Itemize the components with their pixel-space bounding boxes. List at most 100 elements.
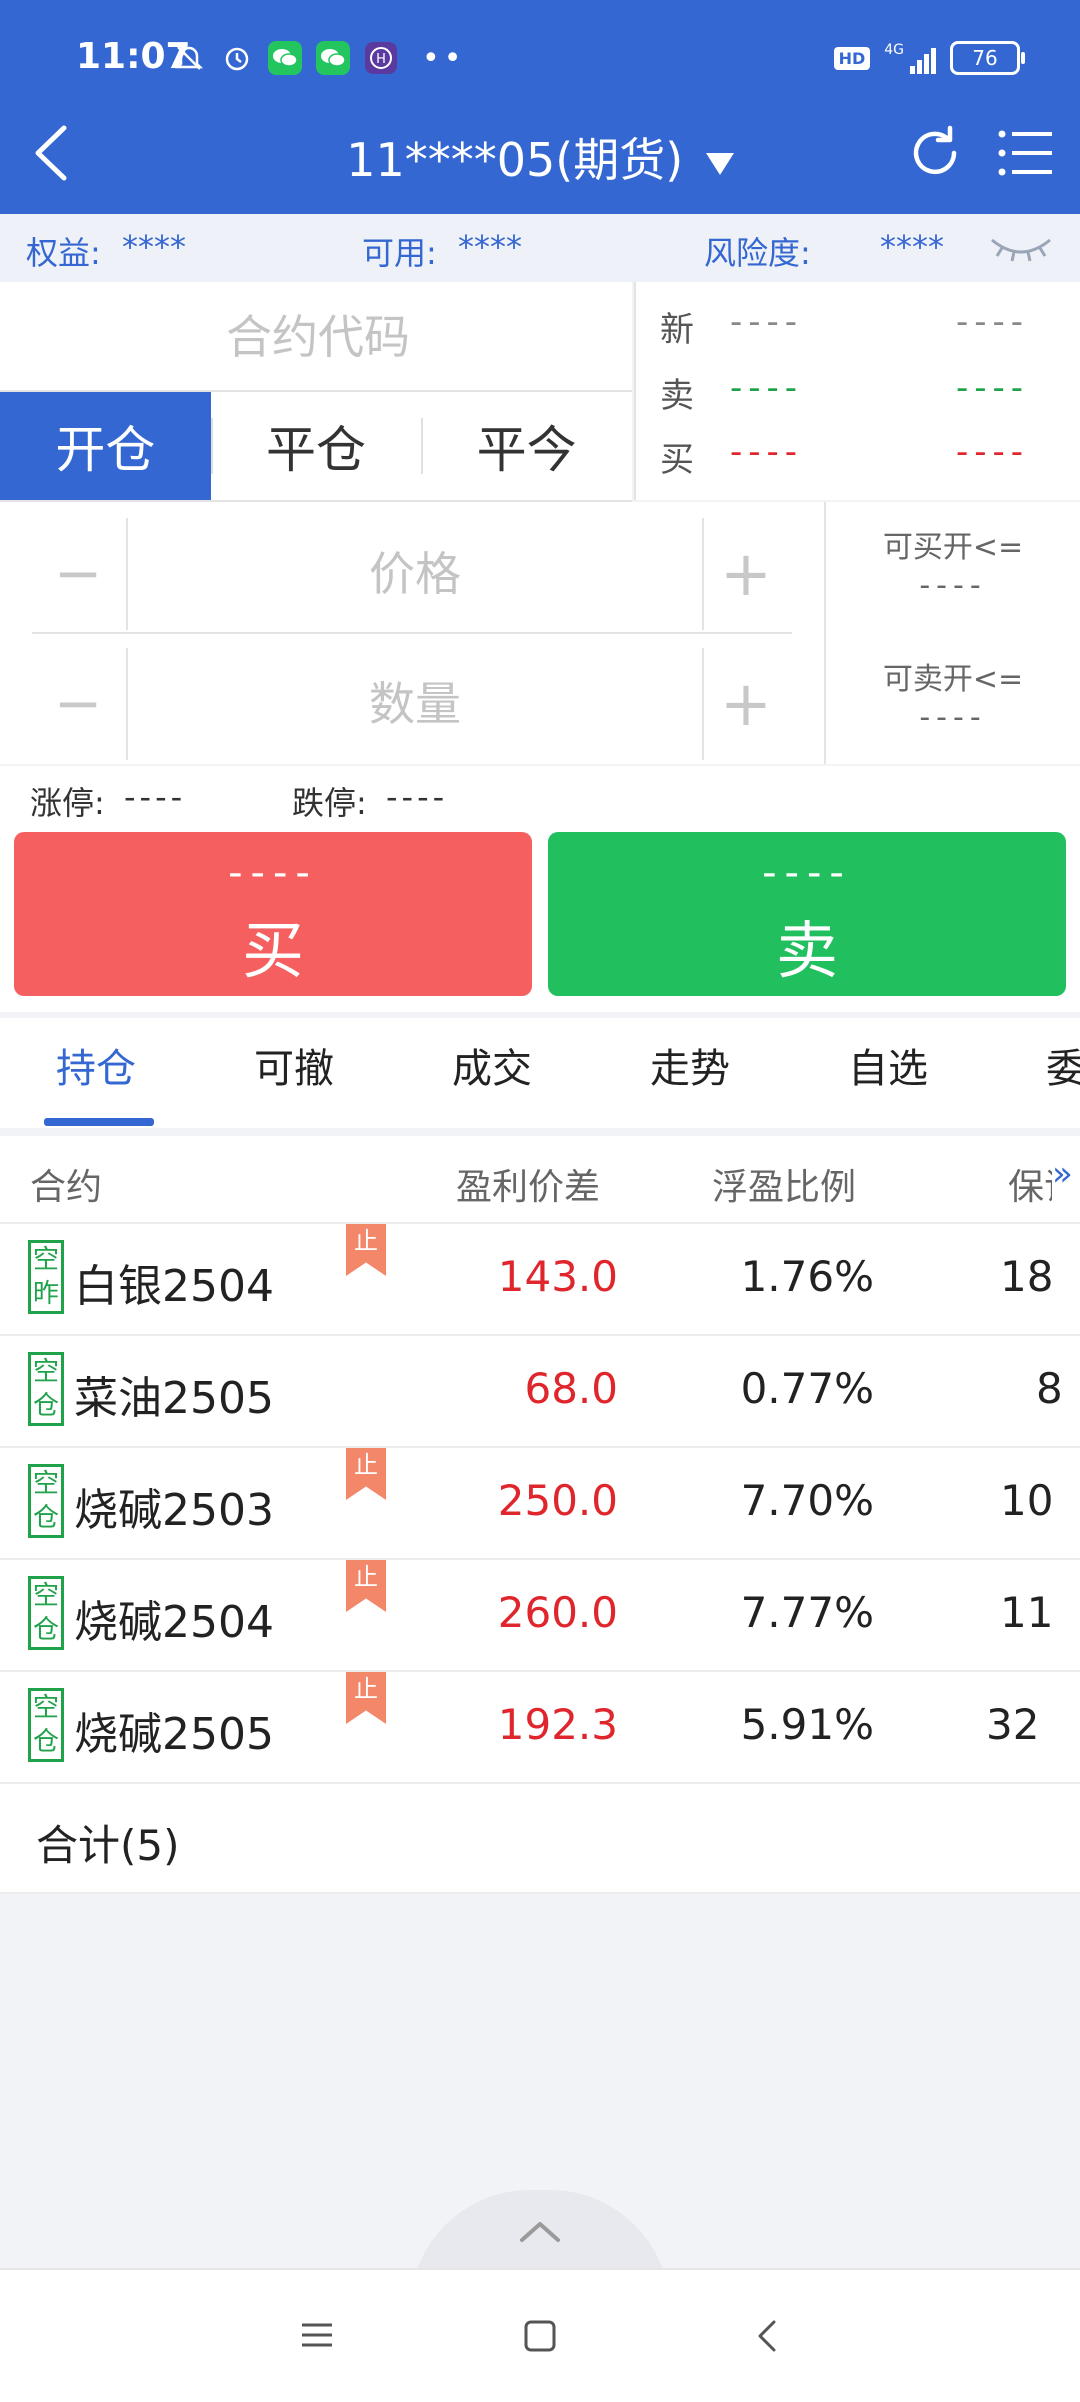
home-icon[interactable] <box>524 2320 556 2352</box>
quote-rows: 新 ---- ---- 卖 ---- ---- 买 ---- ---- <box>634 282 1080 500</box>
hd-icon: HD <box>833 46 871 70</box>
battery-icon: 76 <box>950 41 1025 75</box>
scroll-right-icon[interactable]: » <box>1052 1154 1073 1194</box>
price-plus-button[interactable]: + <box>700 518 792 628</box>
buy-button[interactable]: ---- 买 <box>14 832 532 996</box>
quote-label-ask: 卖 <box>660 376 694 416</box>
quote-latest-2: ---- <box>956 302 1030 342</box>
tab-positions[interactable]: 持仓 <box>56 1036 136 1094</box>
wechat-icon <box>316 41 350 75</box>
contract-name: 烧碱2503 <box>74 1485 274 1536</box>
risk-value: **** <box>880 228 944 266</box>
quote-ask-1: ---- <box>730 368 804 408</box>
menu-icon[interactable] <box>996 124 1054 182</box>
profit-ratio: 0.77% <box>740 1364 874 1413</box>
table-row[interactable]: 空仓 烧碱2504 止 260.0 7.77% 11 <box>0 1560 1080 1672</box>
tab-trend[interactable]: 走势 <box>650 1036 730 1094</box>
total-label: 合计(5) <box>36 1821 180 1870</box>
equity-value: **** <box>122 228 186 266</box>
profit-ratio: 7.70% <box>740 1476 874 1525</box>
stop-order-flag-icon: 止 <box>346 1224 386 1276</box>
margin-value: 18 <box>1000 1252 1052 1301</box>
tab-cancelable[interactable]: 可撤 <box>254 1036 334 1094</box>
wechat-icon <box>268 41 302 75</box>
header-contract: 合约 <box>30 1167 103 1208</box>
contract-name: 菜油2505 <box>74 1373 274 1424</box>
quantity-plus-button[interactable]: + <box>700 648 792 758</box>
tab-close[interactable]: 平仓 <box>210 392 422 500</box>
position-badge: 空仓 <box>28 1576 64 1650</box>
refresh-icon[interactable] <box>904 122 966 184</box>
buy-label: 买 <box>241 914 304 987</box>
contract-name: 烧碱2504 <box>74 1597 274 1648</box>
profit-ratio: 5.91% <box>740 1700 874 1749</box>
nav-back-icon[interactable] <box>756 2320 778 2352</box>
margin-value: 10 <box>1000 1476 1052 1525</box>
buy-price: ---- <box>228 850 318 896</box>
sell-button[interactable]: ---- 卖 <box>548 832 1066 996</box>
alarm-icon <box>220 41 254 75</box>
recent-apps-icon[interactable] <box>302 2320 332 2350</box>
signal-icon: 4G <box>884 42 936 74</box>
stop-order-flag-icon: 止 <box>346 1448 386 1500</box>
chevron-up-icon <box>520 2222 560 2242</box>
hide-eye-icon[interactable] <box>988 234 1054 272</box>
quantity-minus-button[interactable]: − <box>32 648 124 758</box>
sell-price: ---- <box>762 850 852 896</box>
tab-open[interactable]: 开仓 <box>0 392 211 500</box>
profit-value: 192.3 <box>497 1700 618 1749</box>
status-right: HD 4G 76 <box>833 38 1025 78</box>
contract-code-input[interactable] <box>0 282 636 392</box>
account-title-text: 11****05(期货) <box>346 133 684 187</box>
available-value: **** <box>458 228 522 266</box>
profit-value: 143.0 <box>497 1252 618 1301</box>
profit-value: 260.0 <box>497 1588 618 1637</box>
positions-table: 合约 盈利价差 浮盈比例 保证 » 空昨 白银2504 止 143.0 1.76… <box>0 1136 1080 1894</box>
available-volume-panel: 可买开<= ---- 可卖开<= ---- <box>824 502 1080 764</box>
sell-open-label: 可卖开<= <box>882 662 1024 697</box>
risk-label: 风险度: <box>704 234 811 272</box>
table-row[interactable]: 空仓 菜油2505 68.0 0.77% 8 <box>0 1336 1080 1448</box>
order-type-tabs: 开仓 平仓 平今 <box>0 392 632 502</box>
contract-name: 烧碱2505 <box>74 1709 274 1760</box>
tab-close-today[interactable]: 平今 <box>421 392 632 500</box>
table-row[interactable]: 空仓 烧碱2505 止 192.3 5.91% 32 <box>0 1672 1080 1784</box>
tab-watchlist[interactable]: 自选 <box>848 1036 928 1094</box>
dropdown-icon <box>705 152 734 175</box>
position-badge: 空昨 <box>28 1240 64 1314</box>
account-summary: 权益: **** 可用: **** 风险度: **** <box>0 214 1080 282</box>
table-row[interactable]: 空仓 烧碱2503 止 250.0 7.70% 10 <box>0 1448 1080 1560</box>
price-limits: 涨停: ---- 跌停: ---- <box>0 766 1080 830</box>
quantity-row: − + <box>32 648 792 760</box>
mute-bell-icon <box>172 41 206 75</box>
stop-order-flag-icon: 止 <box>346 1560 386 1612</box>
price-quantity-panel: − + − + <box>0 502 824 764</box>
limit-down-label: 跌停: <box>292 784 367 822</box>
limit-down-value: ---- <box>386 778 449 816</box>
profit-value: 68.0 <box>524 1364 618 1413</box>
buy-open-label: 可买开<= <box>882 530 1024 565</box>
tab-trades[interactable]: 成交 <box>452 1036 532 1094</box>
quote-label-latest: 新 <box>660 310 694 350</box>
position-badge: 空仓 <box>28 1464 64 1538</box>
profit-ratio: 7.77% <box>740 1588 874 1637</box>
available-label: 可用: <box>362 234 437 272</box>
margin-value: 32 <box>986 1700 1040 1749</box>
contract-code-box <box>0 282 636 392</box>
margin-value: 8 <box>1036 1364 1063 1413</box>
position-badge: 空仓 <box>28 1688 64 1762</box>
header-margin: 保证 <box>1008 1167 1052 1208</box>
quantity-input[interactable] <box>126 648 704 760</box>
price-minus-button[interactable]: − <box>32 518 124 628</box>
system-nav-bar <box>0 2268 1080 2402</box>
equity-label: 权益: <box>26 234 101 272</box>
limit-up-label: 涨停: <box>30 784 105 822</box>
profit-ratio: 1.76% <box>740 1252 874 1301</box>
buy-open-value: ---- <box>919 568 987 603</box>
tab-orders[interactable]: 委 <box>1046 1036 1080 1094</box>
quote-bid-2: ---- <box>956 432 1030 472</box>
price-input[interactable] <box>126 518 704 630</box>
status-icons: H •• <box>172 38 465 78</box>
quote-bid-1: ---- <box>730 432 804 472</box>
table-row[interactable]: 空昨 白银2504 止 143.0 1.76% 18 <box>0 1224 1080 1336</box>
